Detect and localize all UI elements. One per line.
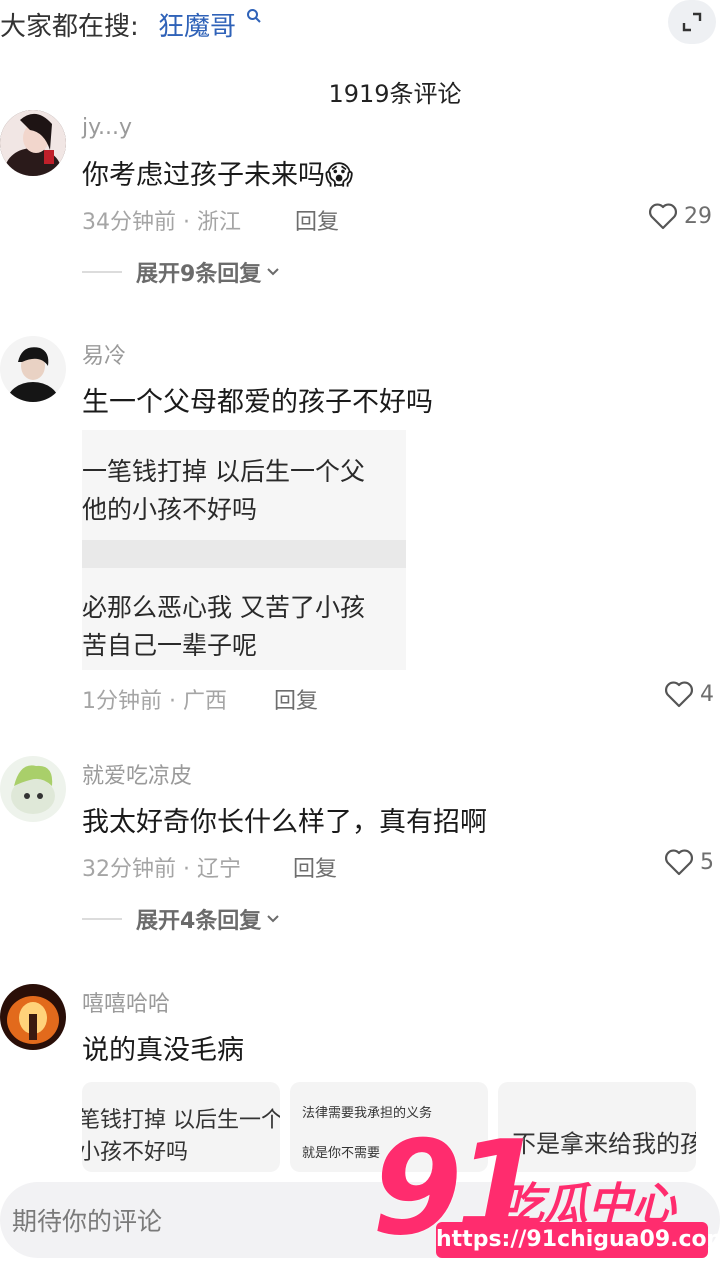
comment-text: 我太好奇你长什么样了，真有招啊 xyxy=(82,807,487,838)
search-prefix-label: 大家都在搜: xyxy=(0,12,139,42)
comment-image-thumbnail[interactable]: 笔钱打掉 以后生一个 小孩不好吗 xyxy=(82,1082,280,1172)
image-text-line: 小孩不好吗 xyxy=(82,1140,189,1165)
comment-meta: 34分钟前 · 浙江 xyxy=(82,210,241,235)
avatar[interactable] xyxy=(0,336,66,402)
image-text-line: 不是拿来给我的孩 xyxy=(512,1130,696,1158)
image-text-line: 必那么恶心我 又苦了小孩 xyxy=(82,593,365,622)
like-button[interactable]: 5 xyxy=(664,848,714,876)
comment-username[interactable]: 易冷 xyxy=(82,338,126,370)
comment-text: 说的真没毛病 xyxy=(82,1035,244,1066)
divider-line xyxy=(82,918,122,920)
image-divider xyxy=(82,540,406,568)
comment-count-title: 1919条评论 xyxy=(328,80,462,108)
comment-meta: 32分钟前 · 辽宁 xyxy=(82,857,241,882)
reply-button[interactable]: 回复 xyxy=(293,851,337,883)
like-count: 29 xyxy=(684,203,712,229)
heart-icon xyxy=(665,849,693,876)
heart-icon xyxy=(665,681,693,708)
chevron-down-icon xyxy=(267,268,280,276)
image-text-line: 笔钱打掉 以后生一个 xyxy=(82,1108,280,1133)
comment-text: 你考虑过孩子未来吗😱 xyxy=(82,160,354,191)
face-emoji-icon: 😱 xyxy=(325,160,354,191)
comment-input-placeholder: 期待你的评论 xyxy=(12,1207,163,1236)
fullscreen-button[interactable] xyxy=(668,0,716,44)
avatar[interactable] xyxy=(0,110,66,176)
like-count: 5 xyxy=(700,849,714,875)
divider-line xyxy=(82,271,122,273)
heart-icon xyxy=(649,203,677,230)
comment-username[interactable]: jy...y xyxy=(82,115,132,140)
reply-button[interactable]: 回复 xyxy=(274,683,318,715)
comment-text: 生一个父母都爱的孩子不好吗 xyxy=(82,387,433,418)
expand-replies-button[interactable]: 展开4条回复 xyxy=(82,903,281,935)
expand-replies-label: 展开9条回复 xyxy=(136,262,262,287)
comment-username[interactable]: 就爱吃凉皮 xyxy=(82,758,192,790)
comment-image[interactable]: 一笔钱打掉 以后生一个父 他的小孩不好吗 必那么恶心我 又苦了小孩 苦自己一辈子… xyxy=(82,430,406,670)
expand-replies-label: 展开4条回复 xyxy=(136,909,262,934)
expand-replies-button[interactable]: 展开9条回复 xyxy=(82,256,281,288)
image-text-line: 他的小孩不好吗 xyxy=(82,495,258,524)
comment-meta: 1分钟前 · 广西 xyxy=(82,689,227,714)
avatar[interactable] xyxy=(0,756,66,822)
comment-username[interactable]: 嘻嘻哈哈 xyxy=(82,986,170,1018)
top-search-bar: 大家都在搜: 狂魔哥 xyxy=(0,0,720,44)
search-icon[interactable] xyxy=(246,8,262,24)
watermark-url: https://91chigua09.com xyxy=(436,1222,720,1258)
like-count: 4 xyxy=(700,681,714,707)
like-button[interactable]: 4 xyxy=(664,680,714,708)
expand-icon xyxy=(682,12,702,32)
reply-button[interactable]: 回复 xyxy=(295,204,339,236)
search-term-link[interactable]: 狂魔哥 xyxy=(158,6,236,43)
chevron-down-icon xyxy=(267,915,280,923)
image-text-line: 一笔钱打掉 以后生一个父 xyxy=(82,457,365,486)
image-text-line: 苦自己一辈子呢 xyxy=(82,631,258,660)
image-text-line: 就是你不需要 xyxy=(302,1146,381,1161)
like-button[interactable]: 29 xyxy=(648,202,712,230)
avatar[interactable] xyxy=(0,984,66,1050)
